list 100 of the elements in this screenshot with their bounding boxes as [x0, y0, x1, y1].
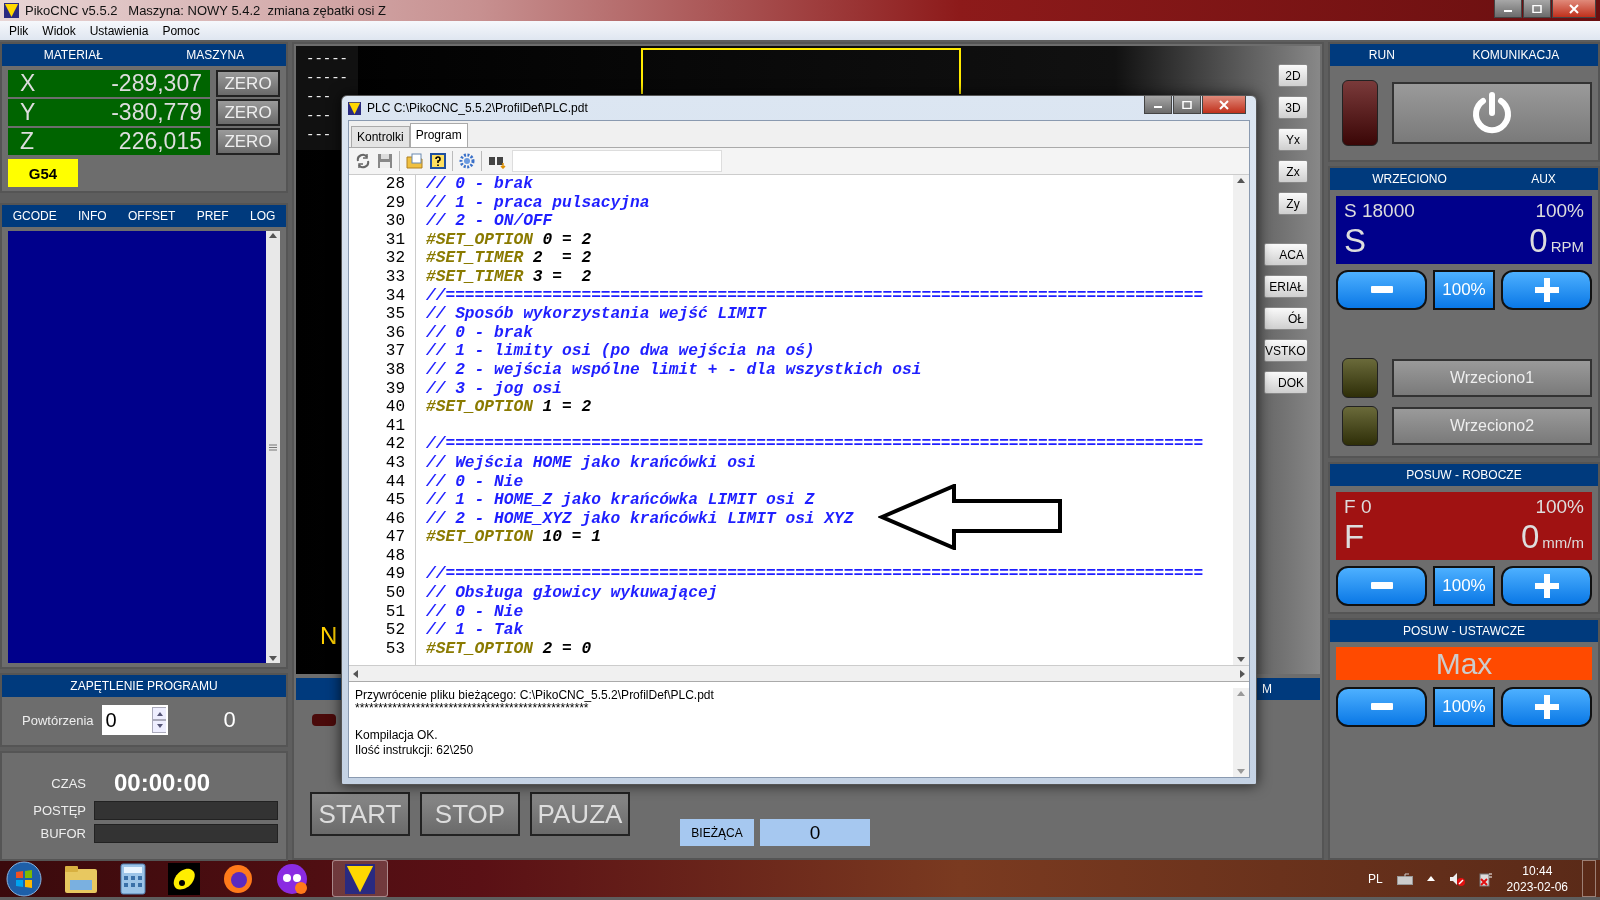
plus-button[interactable]: [1501, 270, 1592, 310]
maximize-button[interactable]: [1523, 0, 1551, 18]
open-file-icon[interactable]: [406, 153, 424, 169]
view-mode-button[interactable]: ACA: [1264, 243, 1308, 266]
info-tab[interactable]: LOG: [249, 209, 276, 223]
scroll-up-icon[interactable]: [269, 233, 277, 238]
dialog-tab[interactable]: Kontrolki: [351, 126, 410, 147]
vertical-scrollbar[interactable]: [1233, 175, 1249, 665]
scroll-right-icon[interactable]: [1240, 669, 1245, 678]
scroll-down-icon[interactable]: [269, 656, 277, 661]
info-tab[interactable]: OFFSET: [127, 209, 176, 223]
blob-app-icon[interactable]: [168, 862, 200, 895]
menu-item[interactable]: Plik: [2, 23, 36, 38]
code-line: //==============================================================================: [426, 286, 1204, 306]
calculator-icon[interactable]: [120, 862, 146, 895]
clock-time[interactable]: 10:44: [1522, 862, 1553, 879]
plus-button[interactable]: [1501, 566, 1592, 606]
code-line: #SET_OPTION 2 = 0: [426, 639, 592, 659]
close-button[interactable]: [1552, 0, 1596, 18]
menu-item[interactable]: Pomoc: [155, 23, 207, 38]
search-field[interactable]: [512, 150, 722, 172]
line-number: 38: [384, 360, 406, 380]
dialog-tab[interactable]: Program: [409, 123, 468, 147]
view-button[interactable]: Zy: [1278, 192, 1308, 215]
panel-header-tab[interactable]: MASZYNA: [186, 48, 245, 62]
line-number: 30: [384, 212, 406, 231]
log-line: Ilość instrukcji: 62\250: [355, 743, 475, 758]
line-number: 45: [384, 491, 406, 510]
horizontal-scrollbar[interactable]: [349, 666, 1249, 682]
view-mode-button[interactable]: ÓŁ: [1264, 307, 1308, 330]
plus-button[interactable]: [1501, 687, 1592, 727]
minimize-button[interactable]: [1144, 96, 1172, 114]
readout-dashes: -----: [306, 50, 348, 69]
app-logo-icon[interactable]: [332, 860, 388, 897]
speaker-muted-icon[interactable]: [1448, 871, 1465, 886]
view-button[interactable]: Zx: [1278, 160, 1308, 183]
close-button[interactable]: [1202, 96, 1246, 114]
time-label: CZAS: [50, 775, 86, 791]
panel-header-tab[interactable]: RUN: [1368, 48, 1395, 62]
scroll-up-icon[interactable]: [1237, 178, 1245, 183]
view-mode-button[interactable]: VSTKO: [1264, 339, 1308, 362]
minus-button[interactable]: [1336, 566, 1427, 606]
rapid-feed-value: Max: [1336, 647, 1592, 680]
power-plug-icon[interactable]: [1478, 870, 1493, 887]
clock-date[interactable]: 2023-02-06: [1506, 878, 1568, 895]
view-button[interactable]: 2D: [1278, 64, 1308, 87]
info-tab[interactable]: PREF: [196, 209, 229, 223]
scroll-down-icon[interactable]: [1237, 657, 1245, 662]
line-number: 49: [384, 565, 406, 585]
code-line: // Wejścia HOME jako krańcówki osi: [426, 453, 757, 473]
view-mode-button[interactable]: ERIAŁ: [1264, 275, 1308, 298]
repeat-count: 0: [223, 707, 236, 733]
minus-icon: [1370, 703, 1393, 711]
line-number: 32: [384, 249, 406, 268]
show-desktop-button[interactable]: [1582, 860, 1596, 897]
feed-symbol: F: [1344, 518, 1365, 556]
panel-header-tab[interactable]: M: [1262, 682, 1272, 696]
repeat-field[interactable]: 0: [101, 705, 152, 735]
mask-icon[interactable]: [276, 862, 310, 895]
view-mode-button[interactable]: DOK: [1264, 371, 1308, 394]
folder-icon[interactable]: [64, 863, 98, 894]
status-led: [312, 714, 336, 726]
save-icon[interactable]: [377, 153, 393, 169]
panel-header-tab[interactable]: MATERIAŁ: [43, 48, 103, 62]
power-button[interactable]: [1392, 82, 1592, 144]
refresh-icon[interactable]: [355, 153, 371, 169]
start-button[interactable]: [6, 860, 42, 897]
menu-item[interactable]: Ustawienia: [82, 23, 156, 38]
scroll-left-icon[interactable]: [353, 669, 358, 678]
language-indicator[interactable]: PL: [1367, 871, 1383, 886]
info-tab[interactable]: GCODE: [12, 209, 57, 223]
code-line: #SET_TIMER 2 = 2: [426, 249, 592, 268]
axis-marker-letter: N: [320, 622, 338, 650]
panel-header-tab[interactable]: AUX: [1531, 172, 1556, 186]
line-number: 44: [384, 472, 406, 492]
code-line: #SET_TIMER 3 = 2: [426, 267, 592, 287]
line-number: 33: [384, 267, 406, 287]
panel-header-tab[interactable]: KOMUNIKACJA: [1472, 48, 1560, 62]
readout-dashes: ---: [306, 107, 333, 126]
settings-icon[interactable]: [459, 153, 475, 169]
show-hidden-icons-icon[interactable]: [1426, 876, 1435, 881]
minus-button[interactable]: [1336, 687, 1427, 727]
view-button[interactable]: 3D: [1278, 96, 1308, 119]
vertical-scrollbar[interactable]: [266, 231, 280, 663]
minus-button[interactable]: [1336, 270, 1427, 310]
keyboard-icon[interactable]: [1396, 872, 1413, 885]
panel-header-tab[interactable]: WRZECIONO: [1372, 172, 1447, 186]
axis-value: -380,779: [111, 99, 202, 126]
grip-icon[interactable]: [269, 443, 277, 451]
info-tab[interactable]: INFO: [78, 209, 107, 223]
spindle-speed: 0: [1529, 222, 1548, 259]
help-icon[interactable]: [430, 153, 446, 169]
minimize-button[interactable]: [1494, 0, 1522, 18]
maximize-button[interactable]: [1173, 96, 1201, 114]
axis-label: X: [20, 70, 36, 97]
feed-rate: 0: [1521, 518, 1540, 555]
browser-icon[interactable]: [222, 862, 254, 895]
view-button[interactable]: Yx: [1278, 128, 1308, 151]
current-line-label: BIEŻĄCA: [680, 819, 754, 846]
menu-item[interactable]: Widok: [35, 23, 83, 38]
